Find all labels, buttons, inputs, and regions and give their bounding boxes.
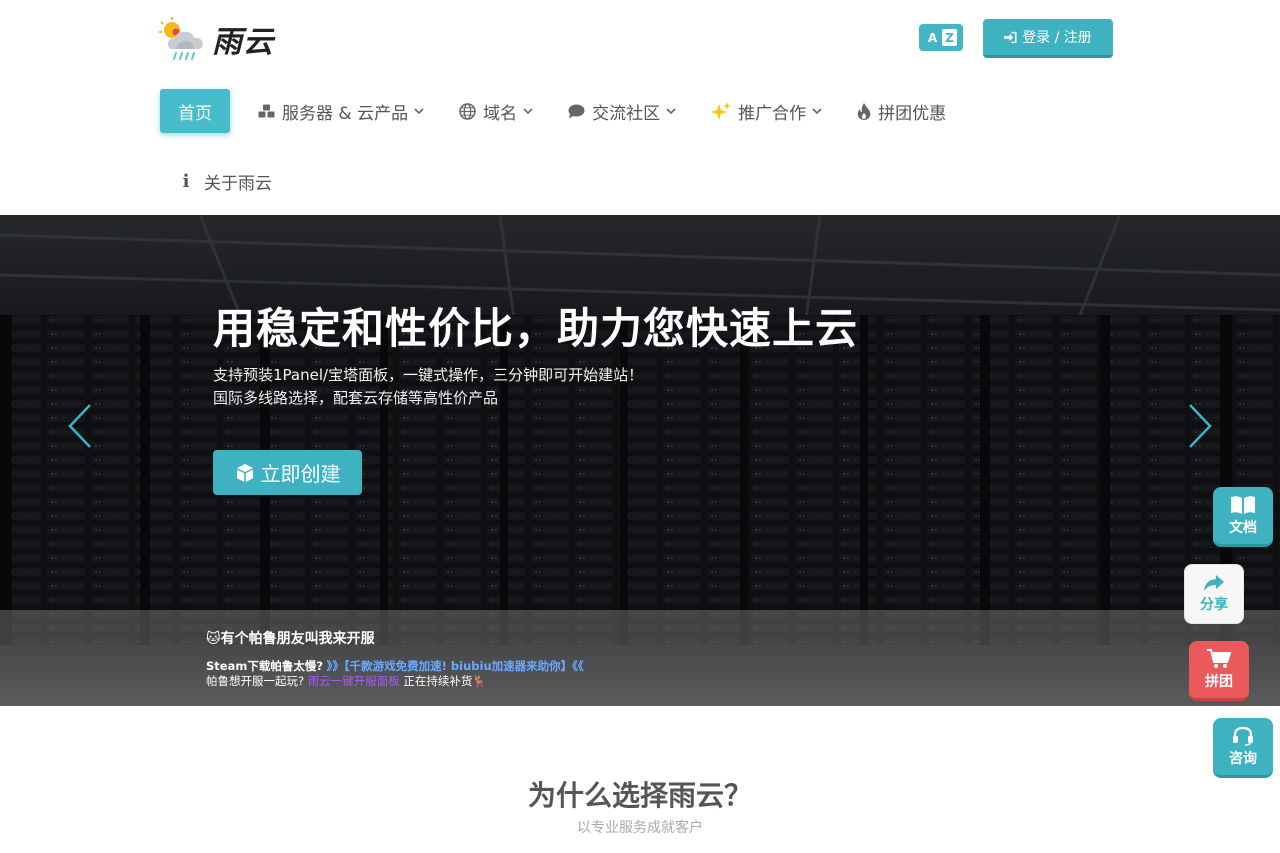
cube-icon [236,463,253,482]
nav-about-label: 关于雨云 [204,173,272,194]
nav-promote-label: 推广合作 [738,103,807,124]
nav-about[interactable]: i 关于雨云 [180,166,272,196]
hero-subtitle: 支持预装1Panel/宝塔面板，一键式操作，三分钟即可开始建站！ 国际多线路选择… [213,364,643,410]
create-now-button[interactable]: 立即创建 [213,450,362,495]
share-arrow-icon [1204,575,1224,591]
language-switch-button[interactable]: A Z [919,24,963,51]
floating-consult-button[interactable]: 咨询 [1213,718,1273,778]
chevron-down-icon [414,108,424,114]
announcement-line-2: 帕鲁想开服一起玩? 雨云一键开服面板 正在持续补货🦌 [206,673,487,689]
logo-cloud-icon [159,17,203,60]
hero-subtitle-line-1: 支持预装1Panel/宝塔面板，一键式操作，三分钟即可开始建站！ [213,366,644,384]
nav-community-label: 交流社区 [592,103,661,124]
nav-groupbuy-label: 拼团优惠 [878,103,947,124]
why-section-title: 为什么选择雨云？ [527,779,752,812]
info-icon: i [182,170,190,192]
floating-groupbuy-label: 拼团 [1205,673,1233,690]
chevron-down-icon [666,108,676,114]
main-nav: 首页 服务器 & 云产品 域名 交流社区 推广合作 拼团优惠 [160,89,981,133]
floating-consult-label: 咨询 [1229,750,1257,767]
floating-share-button[interactable]: 分享 [1184,564,1244,624]
site-logo[interactable]: 雨云 [158,16,288,62]
nav-home-label: 首页 [178,103,212,124]
carousel-next-arrow-icon[interactable] [1187,403,1213,449]
announcement-bar: 🐱有个帕鲁朋友叫我来开服 Steam下载帕鲁太慢? 》》【千款游戏免费加速! b… [0,610,1280,706]
announcement-line-1-text: Steam下载帕鲁太慢? [206,659,323,673]
nav-domain[interactable]: 域名 [459,89,551,133]
chevron-down-icon [812,108,822,114]
chevron-down-icon [523,108,533,114]
hero-title: 用稳定和性价比，助力您快速上云 [213,304,859,353]
nav-community[interactable]: 交流社区 [568,89,694,133]
shopping-cart-icon [1207,648,1231,668]
cubes-icon [258,104,275,119]
lang-z-glyph: Z [942,29,957,46]
nav-home[interactable]: 首页 [160,89,230,133]
lang-a-glyph: A [927,30,938,45]
announcement-line-2-suffix: 正在持续补货🦌 [403,674,487,688]
why-section-subtitle: 以专业服务成就客户 [577,820,703,836]
sparkles-icon [711,102,732,120]
floating-docs-label: 文档 [1229,519,1257,536]
announcement-line-1: Steam下载帕鲁太慢? 》》【千款游戏免费加速! biubiu加速器来助你】《… [206,658,584,674]
biubiu-accelerator-link[interactable]: 》》【千款游戏免费加速! biubiu加速器来助你】《《 [327,659,584,673]
login-register-label: 登录 / 注册 [1022,30,1092,46]
announcement-line-2-text: 帕鲁想开服一起玩? [206,674,305,688]
nav-servers-label: 服务器 & 云产品 [282,103,409,124]
site-header: 雨云 A Z 登录 / 注册 首页 服务器 & 云产品 域名 交流社区 推广合作… [0,0,1280,215]
announcement-title: 🐱有个帕鲁朋友叫我来开服 [206,631,375,647]
carousel-prev-arrow-icon[interactable] [67,403,93,449]
globe-icon [459,102,476,120]
hero-subtitle-line-2: 国际多线路选择，配套云存储等高性价产品 [213,389,499,407]
comment-icon [568,104,585,119]
hero-carousel: 用稳定和性价比，助力您快速上云 支持预装1Panel/宝塔面板，一键式操作，三分… [0,215,1280,706]
sign-in-icon [1004,31,1017,43]
floating-docs-button[interactable]: 文档 [1213,487,1273,547]
logo-text: 雨云 [212,25,274,60]
nav-promote[interactable]: 推广合作 [711,89,840,133]
book-open-icon [1231,495,1255,514]
one-click-server-panel-link[interactable]: 雨云一键开服面板 [308,674,400,688]
floating-share-label: 分享 [1200,597,1228,613]
nav-groupbuy[interactable]: 拼团优惠 [857,89,964,133]
floating-groupbuy-button[interactable]: 拼团 [1189,641,1249,701]
nav-domain-label: 域名 [483,103,518,124]
login-register-button[interactable]: 登录 / 注册 [983,19,1113,58]
headset-icon [1233,726,1253,746]
create-now-label: 立即创建 [260,462,341,486]
fire-icon [857,102,871,120]
nav-servers[interactable]: 服务器 & 云产品 [258,89,442,133]
